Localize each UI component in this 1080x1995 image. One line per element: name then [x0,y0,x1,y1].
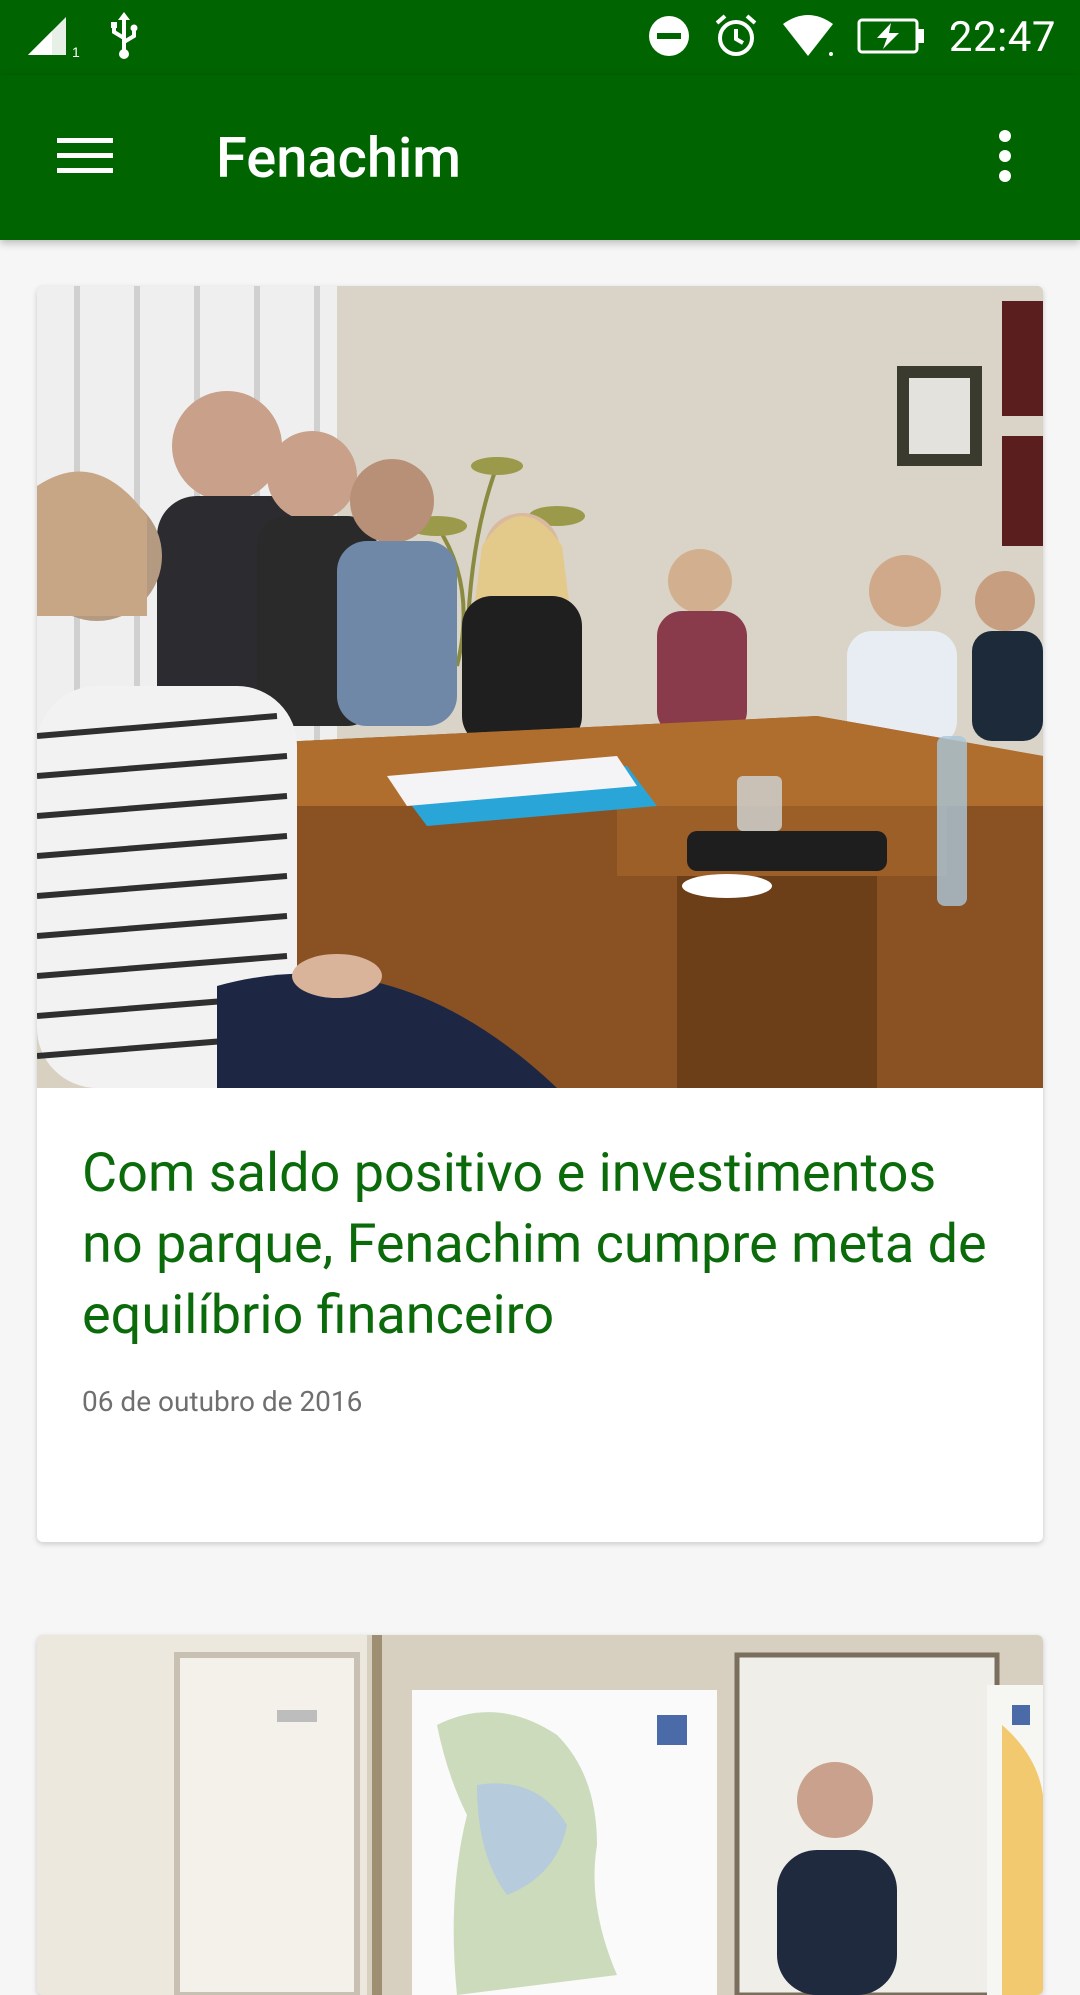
sim-slot-label: 1 [72,44,80,60]
wifi-icon [781,14,835,62]
news-card-image[interactable] [37,1635,1043,1995]
clock-time: 22:47 [948,13,1056,62]
status-bar: 1 22:47 [0,0,1080,75]
do-not-disturb-icon [647,14,691,62]
news-card-image[interactable] [37,286,1043,1088]
meeting-photo [37,286,1043,1088]
app-title: Fenachim [216,124,462,191]
status-bar-left: 1 [24,0,140,75]
news-card-body: Com saldo positivo e investimentos no pa… [37,1088,1043,1418]
hamburger-menu-icon [57,136,113,180]
usb-icon [108,11,140,64]
more-vert-icon [995,128,1015,188]
battery-charging-icon [857,18,927,58]
alarm-icon [713,13,759,63]
news-headline[interactable]: Com saldo positivo e investimentos no pa… [82,1138,998,1351]
signal-icon: 1 [24,11,82,65]
overflow-menu-button[interactable] [960,113,1050,203]
map-office-photo [37,1635,1043,1995]
menu-button[interactable] [40,113,130,203]
status-bar-right: 22:47 [647,0,1056,75]
app-bar: Fenachim [0,75,1080,240]
news-date: 06 de outubro de 2016 [82,1385,363,1418]
news-card[interactable] [37,1635,1043,1995]
news-card[interactable]: Com saldo positivo e investimentos no pa… [37,286,1043,1542]
